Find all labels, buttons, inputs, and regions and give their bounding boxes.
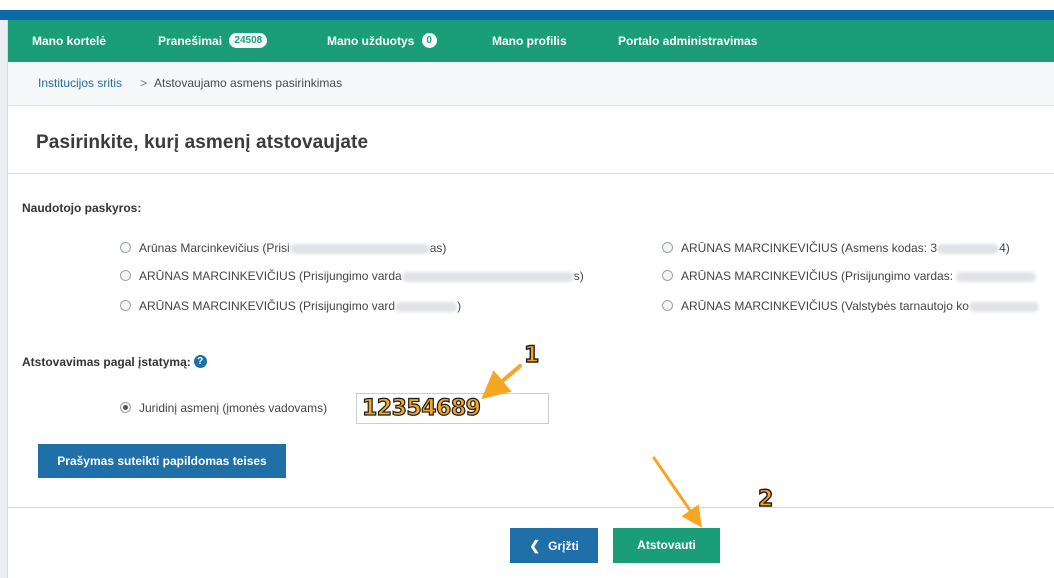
divider	[8, 507, 1054, 508]
request-rights-button[interactable]: Prašymas suteikti papildomas teises	[38, 444, 286, 478]
chevron-left-icon: ❮	[529, 538, 541, 553]
messages-count-badge: 24508	[229, 33, 268, 49]
redacted-text	[956, 271, 1037, 282]
arrow-to-represent-button	[652, 456, 702, 528]
nav-item-label: Pranešimai	[158, 34, 223, 48]
nav-item-my-tasks[interactable]: Mano užduotys 0	[327, 20, 437, 62]
radio-button[interactable]	[662, 270, 673, 282]
page-title: Pasirinkite, kurį asmenį atstovaujate	[36, 132, 369, 153]
nav-item-label: Mano užduotys	[327, 34, 415, 48]
represent-button[interactable]: Atstovauti	[613, 528, 720, 563]
radio-button[interactable]	[120, 270, 131, 282]
radio-button[interactable]	[662, 300, 673, 312]
redacted-text	[968, 301, 1039, 312]
representation-section-label: Atstovavimas pagal įstatymą:?	[22, 355, 207, 369]
accounts-section-label: Naudotojo paskyros:	[22, 201, 142, 215]
account-option-text: ARŪNAS MARCINKEVIČIUS (Prisijungimo vard…	[681, 269, 957, 283]
question-icon[interactable]: ?	[193, 355, 207, 369]
browser-top-strip	[0, 0, 1054, 10]
account-option-2[interactable]: ARŪNAS MARCINKEVIČIUS (Prisijungimo vard…	[120, 268, 584, 284]
divider	[8, 173, 1054, 174]
account-option-text: Arūnas Marcinkevičius (Prisi	[139, 241, 290, 255]
account-option-text-end: )	[457, 299, 462, 313]
account-option-1[interactable]: Arūnas Marcinkevičius (Prisi as)	[120, 240, 446, 256]
redacted-text	[289, 243, 430, 254]
radio-button-selected[interactable]	[120, 402, 131, 414]
nav-item-label: Mano kortelė	[32, 34, 107, 48]
nav-item-label: Mano profilis	[492, 34, 567, 48]
nav-item-my-card[interactable]: Mano kortelė	[32, 20, 106, 62]
account-option-text: ARŪNAS MARCINKEVIČIUS (Prisijungimo vard…	[139, 269, 402, 283]
arrow-to-code-input	[481, 364, 522, 400]
breadcrumb-current: Atstovaujamo asmens pasirinkimas	[154, 76, 343, 90]
left-gutter	[0, 20, 8, 578]
account-option-text: ARŪNAS MARCINKEVIČIUS (Asmens kodas: 3	[681, 241, 938, 255]
radio-button[interactable]	[120, 300, 131, 312]
legal-entity-option[interactable]: Juridinį asmenį (įmonės vadovams)	[120, 400, 327, 416]
nav-item-messages[interactable]: Pranešimai 24508	[158, 20, 268, 62]
account-option-5[interactable]: ARŪNAS MARCINKEVIČIUS (Prisijungimo vard…	[662, 268, 1037, 284]
nav-item-my-profile[interactable]: Mano profilis	[492, 20, 567, 62]
account-option-text-end: as)	[429, 241, 447, 255]
account-option-3[interactable]: ARŪNAS MARCINKEVIČIUS (Prisijungimo vard…	[120, 298, 461, 314]
radio-button[interactable]	[662, 242, 673, 254]
breadcrumb-separator: >	[140, 76, 148, 90]
tasks-count-badge: 0	[421, 33, 437, 49]
top-blue-bar	[0, 10, 1054, 20]
legal-entity-option-label: Juridinį asmenį (įmonės vadovams)	[139, 401, 328, 415]
account-option-text-end: 4)	[999, 241, 1010, 255]
company-code-value: 12354689	[361, 395, 481, 421]
nav-item-portal-admin[interactable]: Portalo administravimas	[618, 20, 757, 62]
account-option-4[interactable]: ARŪNAS MARCINKEVIČIUS (Asmens kodas: 3 4)	[662, 240, 1010, 256]
representation-label-text: Atstovavimas pagal įstatymą:	[22, 355, 191, 369]
redacted-text	[395, 301, 458, 312]
annotation-number-2: 2	[757, 487, 774, 512]
breadcrumb-link-institution[interactable]: Institucijos sritis	[38, 76, 122, 90]
main-nav: Mano kortelė Pranešimai 24508 Mano užduo…	[8, 20, 1054, 62]
account-option-text: ARŪNAS MARCINKEVIČIUS (Valstybės tarnaut…	[681, 299, 969, 313]
redacted-text	[401, 271, 574, 282]
breadcrumb: Institucijos sritis > Atstovaujamo asmen…	[8, 62, 1054, 106]
nav-item-label: Portalo administravimas	[618, 34, 758, 48]
redacted-text	[937, 243, 1000, 254]
account-option-6[interactable]: ARŪNAS MARCINKEVIČIUS (Valstybės tarnaut…	[662, 298, 1039, 314]
radio-button[interactable]	[120, 242, 131, 254]
annotation-number-1: 1	[523, 343, 540, 368]
account-option-text: ARŪNAS MARCINKEVIČIUS (Prisijungimo vard	[139, 299, 396, 313]
back-button[interactable]: ❮ Grįžti	[510, 528, 598, 563]
back-button-label: Grįžti	[548, 539, 579, 553]
account-option-text-end: s)	[573, 269, 584, 283]
